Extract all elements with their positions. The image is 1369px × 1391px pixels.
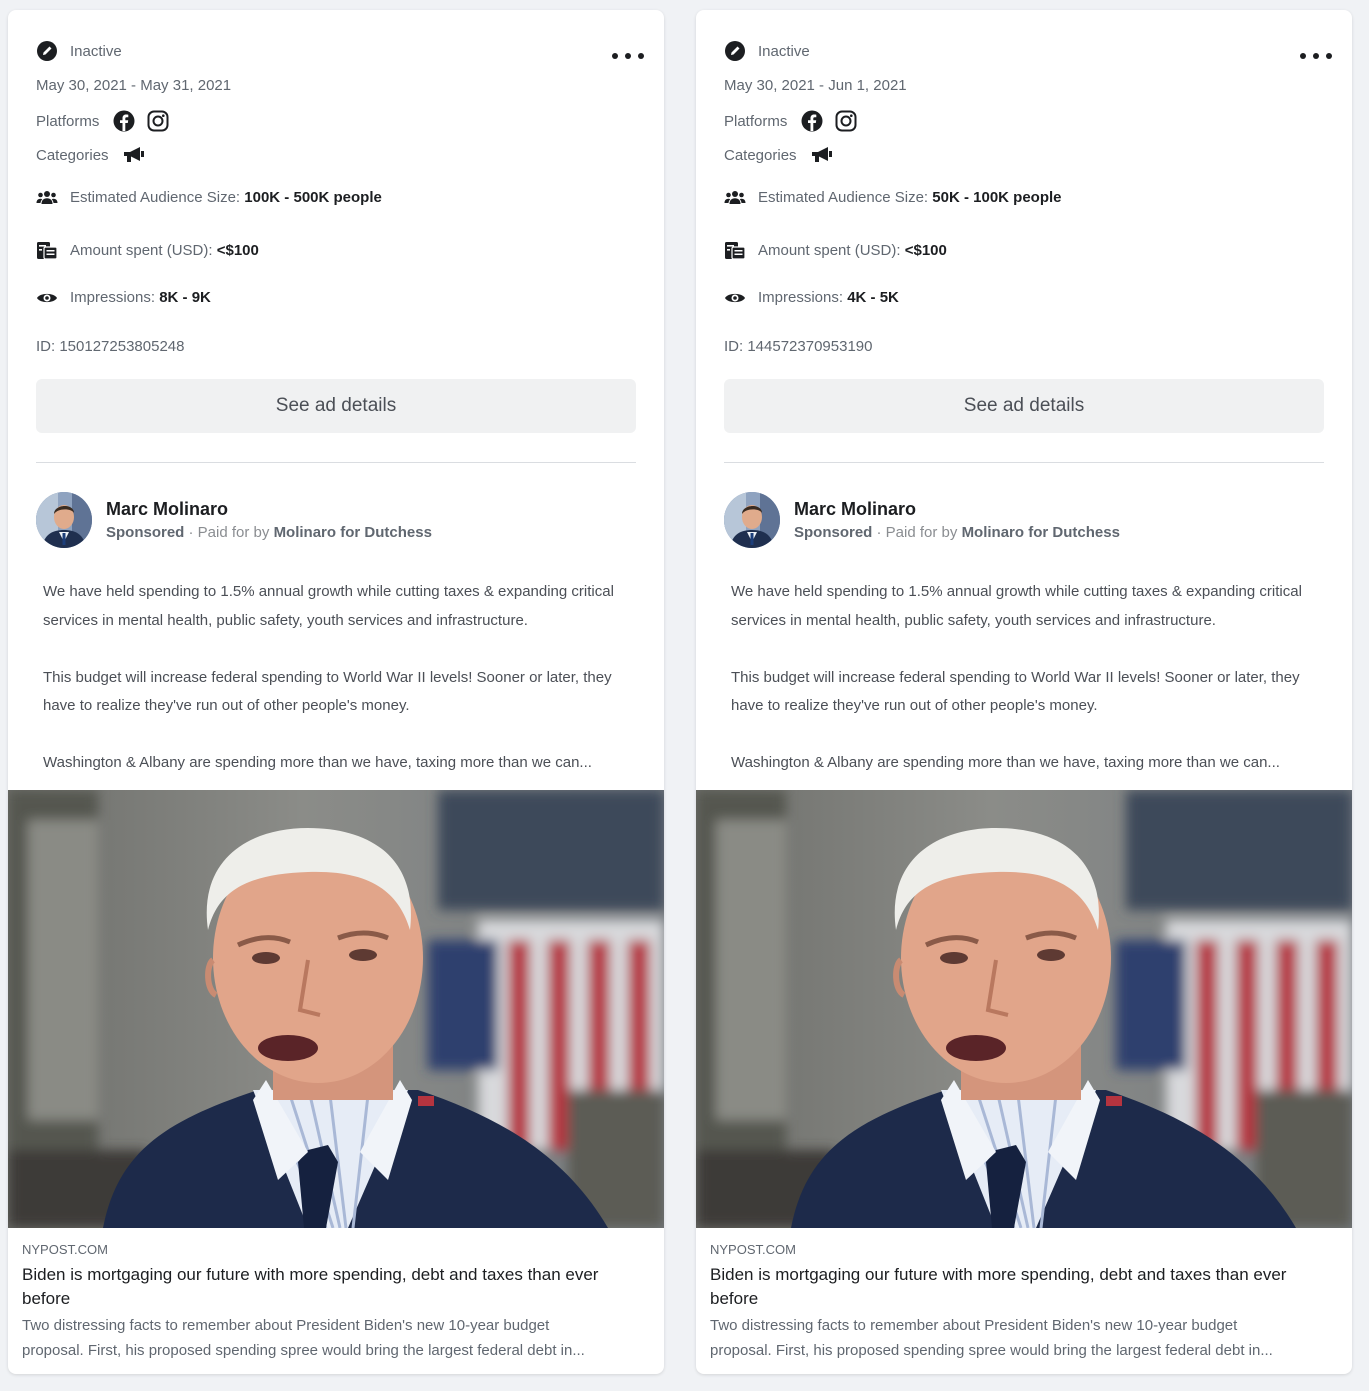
body-paragraph: Washington & Albany are spending more th…: [731, 754, 1280, 771]
funder-name: Molinaro for Dutchess: [961, 524, 1120, 541]
advertiser-name[interactable]: Marc Molinaro: [794, 499, 1120, 520]
ad-image[interactable]: [8, 790, 664, 1228]
audience-label: Estimated Audience Size:: [70, 189, 241, 206]
audience-row: Estimated Audience Size: 50K - 100K peop…: [724, 189, 1062, 206]
more-options-icon[interactable]: [1300, 48, 1332, 64]
spent-value: <$100: [904, 241, 947, 259]
impressions-label: Impressions:: [70, 289, 156, 306]
ad-card: Inactive May 30, 2021 - May 31, 2021 Pla…: [8, 10, 664, 1374]
impressions-label: Impressions:: [758, 289, 844, 306]
link-domain: NYPOST.COM: [22, 1242, 108, 1257]
status-text: Inactive: [758, 42, 810, 60]
more-options-icon[interactable]: [612, 48, 644, 64]
categories-label: Categories: [724, 146, 797, 164]
audience-label: Estimated Audience Size:: [758, 189, 929, 206]
platforms-label: Platforms: [36, 112, 100, 130]
body-paragraph: This budget will increase federal spendi…: [731, 668, 1300, 715]
body-paragraph: Washington & Albany are spending more th…: [43, 754, 592, 771]
link-domain: NYPOST.COM: [710, 1242, 796, 1257]
platforms-row: Platforms: [36, 110, 181, 132]
divider: [724, 462, 1324, 463]
advertiser-header: Marc Molinaro Sponsored · Paid for by Mo…: [724, 492, 1120, 548]
money-icon: [36, 239, 58, 261]
platforms-label: Platforms: [724, 112, 788, 130]
audience-row: Estimated Audience Size: 100K - 500K peo…: [36, 189, 382, 206]
link-description-line: proposal. First, his proposed spending s…: [710, 1342, 1273, 1359]
eye-icon: [724, 291, 746, 305]
megaphone-icon: [811, 146, 833, 164]
eye-icon: [36, 291, 58, 305]
link-description: Two distressing facts to remember about …: [22, 1313, 624, 1363]
body-paragraph: We have held spending to 1.5% annual gro…: [43, 583, 614, 629]
ad-body-text: We have held spending to 1.5% annual gro…: [43, 578, 624, 778]
platforms-row: Platforms: [724, 110, 869, 132]
sponsored-label: Sponsored: [794, 524, 873, 541]
impressions-value: 4K - 5K: [847, 289, 899, 306]
ad-body-text: We have held spending to 1.5% annual gro…: [731, 578, 1312, 778]
spent-row: Amount spent (USD): <$100: [724, 239, 947, 261]
people-icon: [724, 190, 746, 206]
link-title[interactable]: Biden is mortgaging our future with more…: [22, 1263, 624, 1311]
link-preview[interactable]: NYPOST.COM Biden is mortgaging our futur…: [710, 1242, 1312, 1363]
impressions-row: Impressions: 8K - 9K: [36, 289, 211, 306]
link-title[interactable]: Biden is mortgaging our future with more…: [710, 1263, 1312, 1311]
impressions-row: Impressions: 4K - 5K: [724, 289, 899, 306]
inactive-icon: [36, 40, 58, 62]
ad-id: ID: 150127253805248: [36, 338, 185, 355]
sponsor-line: Sponsored · Paid for by Molinaro for Dut…: [794, 524, 1120, 541]
advertiser-name[interactable]: Marc Molinaro: [106, 499, 432, 520]
spent-label: Amount spent (USD):: [758, 241, 901, 259]
instagram-icon: [147, 110, 169, 132]
link-description-line: Two distressing facts to remember about …: [710, 1317, 1238, 1334]
ad-meta: Inactive May 30, 2021 - May 31, 2021 Pla…: [36, 10, 636, 450]
spent-value: <$100: [216, 241, 259, 259]
ad-image[interactable]: [696, 790, 1352, 1228]
avatar[interactable]: [36, 492, 92, 548]
status-row: Inactive: [36, 40, 122, 62]
link-description-line: Two distressing facts to remember about …: [22, 1317, 550, 1334]
megaphone-icon: [123, 146, 145, 164]
categories-row: Categories: [724, 146, 845, 164]
divider: [36, 462, 636, 463]
people-icon: [36, 190, 58, 206]
link-description-line: proposal. First, his proposed spending s…: [22, 1342, 585, 1359]
ad-meta: Inactive May 30, 2021 - Jun 1, 2021 Plat…: [724, 10, 1324, 450]
link-preview[interactable]: NYPOST.COM Biden is mortgaging our futur…: [22, 1242, 624, 1363]
see-ad-details-button[interactable]: See ad details: [724, 379, 1324, 433]
sponsored-label: Sponsored: [106, 524, 185, 541]
money-icon: [724, 239, 746, 261]
status-text: Inactive: [70, 42, 122, 60]
categories-row: Categories: [36, 146, 157, 164]
spent-row: Amount spent (USD): <$100: [36, 239, 259, 261]
instagram-icon: [835, 110, 857, 132]
facebook-icon: [801, 110, 823, 132]
facebook-icon: [113, 110, 135, 132]
paid-for-label: · Paid for by: [188, 524, 270, 541]
advertiser-header: Marc Molinaro Sponsored · Paid for by Mo…: [36, 492, 432, 548]
paid-for-label: · Paid for by: [876, 524, 958, 541]
body-paragraph: We have held spending to 1.5% annual gro…: [731, 583, 1302, 629]
ad-card: Inactive May 30, 2021 - Jun 1, 2021 Plat…: [696, 10, 1352, 1374]
inactive-icon: [724, 40, 746, 62]
funder-name: Molinaro for Dutchess: [273, 524, 432, 541]
spent-label: Amount spent (USD):: [70, 241, 213, 259]
status-row: Inactive: [724, 40, 810, 62]
categories-label: Categories: [36, 146, 109, 164]
avatar[interactable]: [724, 492, 780, 548]
link-description: Two distressing facts to remember about …: [710, 1313, 1312, 1363]
date-range: May 30, 2021 - Jun 1, 2021: [724, 77, 907, 94]
body-paragraph: This budget will increase federal spendi…: [43, 668, 612, 715]
sponsor-line: Sponsored · Paid for by Molinaro for Dut…: [106, 524, 432, 541]
audience-value: 50K - 100K people: [932, 189, 1062, 206]
date-range: May 30, 2021 - May 31, 2021: [36, 77, 232, 94]
impressions-value: 8K - 9K: [159, 289, 211, 306]
see-ad-details-button[interactable]: See ad details: [36, 379, 636, 433]
ad-id: ID: 144572370953190: [724, 338, 873, 355]
audience-value: 100K - 500K people: [244, 189, 382, 206]
